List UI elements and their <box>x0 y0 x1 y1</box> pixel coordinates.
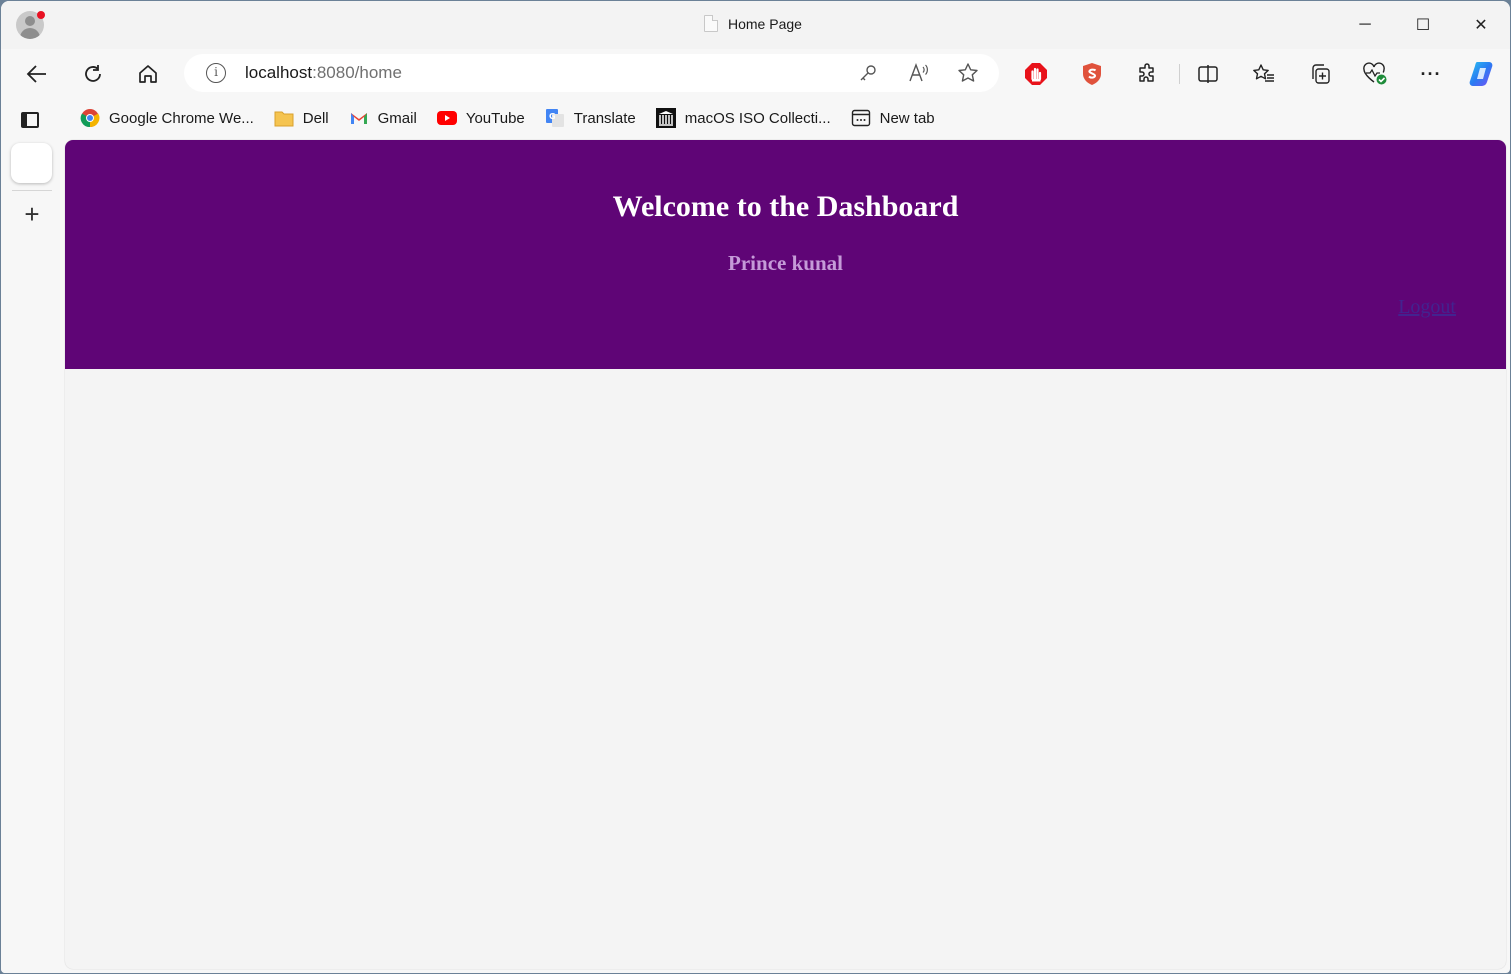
security-extension-icon <box>1083 63 1101 85</box>
page-title: Welcome to the Dashboard <box>612 190 959 223</box>
navigation-bar: i localhost:8080/home ··· <box>1 49 1510 99</box>
maximize-button[interactable]: ☐ <box>1394 1 1452 49</box>
adblock-extension-button[interactable] <box>1021 59 1051 89</box>
folder-icon <box>274 111 294 127</box>
notification-dot <box>37 11 45 19</box>
copilot-icon <box>1469 62 1493 86</box>
page-icon <box>704 15 718 32</box>
dashboard-header: Welcome to the Dashboard Prince kunal Lo… <box>65 140 1506 369</box>
split-screen-button[interactable] <box>1193 59 1223 89</box>
page-viewport: Welcome to the Dashboard Prince kunal Lo… <box>65 140 1506 969</box>
collections-icon <box>1312 64 1330 84</box>
bookmark-label: Translate <box>573 109 636 127</box>
more-options-button[interactable]: ··· <box>1416 59 1446 89</box>
extensions-button[interactable] <box>1133 59 1163 89</box>
collections-button[interactable] <box>1305 59 1335 89</box>
adblock-icon <box>1025 63 1047 85</box>
svg-text:G: G <box>549 112 556 121</box>
read-aloud-icon[interactable] <box>907 61 931 85</box>
refresh-button[interactable] <box>76 57 110 91</box>
home-icon <box>139 65 157 83</box>
translate-icon: G <box>545 109 564 127</box>
favorites-button[interactable] <box>1249 59 1279 89</box>
favorite-star-icon[interactable] <box>956 61 980 85</box>
tab-title-text: Home Page <box>728 15 802 32</box>
copilot-button[interactable] <box>1467 59 1497 89</box>
home-button[interactable] <box>131 57 165 91</box>
bookmark-label: Gmail <box>377 109 417 127</box>
archive-icon <box>655 108 676 128</box>
close-button[interactable]: ✕ <box>1452 1 1510 49</box>
chrome-icon <box>80 109 100 128</box>
browser-essentials-button[interactable] <box>1360 59 1390 89</box>
title-bar: Home Page ─ ☐ ✕ <box>1 1 1510 49</box>
address-bar[interactable]: i localhost:8080/home <box>184 54 999 92</box>
tab-divider <box>12 190 52 191</box>
split-screen-icon <box>1198 65 1218 83</box>
browser-essentials-icon <box>1363 62 1387 85</box>
favorites-icon <box>1253 64 1274 82</box>
minimize-button[interactable]: ─ <box>1336 1 1394 49</box>
url-path: :8080/home <box>312 63 402 82</box>
bookmark-item[interactable]: Google Chrome We... <box>80 107 254 129</box>
toolbar-separator <box>1179 64 1180 84</box>
new-tab-plus-icon[interactable]: + <box>20 201 44 227</box>
bookmark-list: Google Chrome We... Dell Gmail YouTube G… <box>80 107 955 129</box>
bookmark-label: macOS ISO Collecti... <box>684 109 831 127</box>
browser-window: Home Page ─ ☐ ✕ i localhost:8080/home ··… <box>1 1 1510 973</box>
vertical-tabs-toggle-icon[interactable] <box>21 112 39 128</box>
refresh-icon <box>85 65 101 82</box>
bookmarks-bar: Google Chrome We... Dell Gmail YouTube G… <box>1 99 1510 137</box>
username: Prince kunal <box>728 251 843 275</box>
window-title: Home Page <box>704 15 802 32</box>
bookmark-item[interactable]: New tab <box>851 107 935 129</box>
url-text[interactable]: localhost:8080/home <box>245 63 402 83</box>
bookmark-item[interactable]: macOS ISO Collecti... <box>655 107 831 129</box>
active-tab[interactable] <box>11 143 52 183</box>
window-controls: ─ ☐ ✕ <box>1336 1 1510 49</box>
bookmark-label: Google Chrome We... <box>109 109 254 127</box>
bookmark-label: Dell <box>302 109 329 127</box>
bookmark-label: YouTube <box>465 109 525 127</box>
gmail-icon <box>350 113 367 124</box>
avatar-body <box>20 28 40 39</box>
logout-link[interactable]: Logout <box>1398 296 1456 319</box>
bookmark-item[interactable]: G Translate <box>545 107 636 129</box>
avatar-head <box>25 16 35 26</box>
bookmark-item[interactable]: YouTube <box>436 107 525 129</box>
bookmark-label: New tab <box>879 109 935 127</box>
new-tab-icon <box>851 109 870 127</box>
vertical-tab-strip: + <box>1 137 63 973</box>
back-icon <box>26 65 46 83</box>
extensions-icon <box>1139 63 1154 82</box>
bookmark-item[interactable]: Dell <box>274 107 329 129</box>
security-extension-button[interactable] <box>1077 59 1107 89</box>
url-host: localhost <box>245 63 313 82</box>
key-icon[interactable] <box>856 61 880 85</box>
back-button[interactable] <box>20 57 54 91</box>
site-info-icon[interactable]: i <box>206 63 226 83</box>
bookmark-item[interactable]: Gmail <box>349 107 417 129</box>
youtube-icon <box>436 111 457 125</box>
